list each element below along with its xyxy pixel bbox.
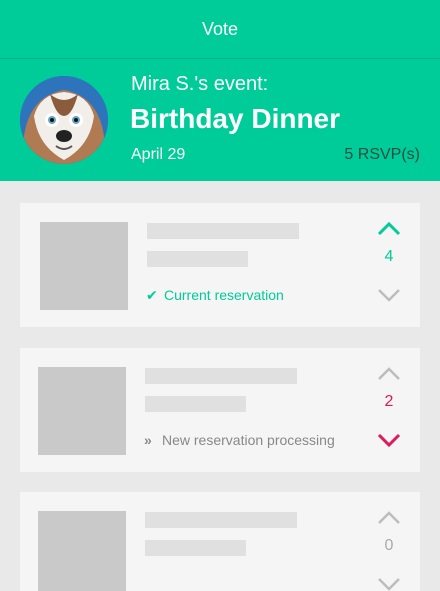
reservation-status-text: New reservation processing — [162, 432, 335, 448]
restaurant-name-placeholder — [145, 368, 297, 384]
host-avatar — [20, 76, 108, 164]
restaurant-card[interactable]: 0 — [20, 492, 420, 591]
event-title: Birthday Dinner — [130, 103, 341, 134]
event-header: Mira S.'s event: Birthday Dinner April 2… — [0, 59, 440, 181]
double-chevron-right-icon: » — [144, 432, 152, 448]
restaurant-detail-placeholder — [147, 251, 248, 267]
upvote-button[interactable] — [376, 364, 402, 384]
vote-control: 2 — [376, 358, 402, 462]
top-bar: Vote — [0, 0, 440, 59]
event-date: April 29 — [131, 146, 186, 163]
restaurant-image-placeholder — [38, 511, 126, 591]
upvote-button[interactable] — [376, 508, 402, 528]
vote-control: 4 — [376, 213, 402, 317]
restaurant-card[interactable]: ✔ Current reservation 4 — [20, 203, 420, 327]
reservation-status: » New reservation processing — [144, 432, 335, 448]
vote-count: 4 — [384, 248, 394, 265]
vote-count: 0 — [384, 537, 394, 554]
screen-title: Vote — [201, 19, 239, 39]
restaurant-name-placeholder — [145, 512, 297, 528]
restaurant-image-placeholder — [40, 222, 128, 310]
reservation-status-text: Current reservation — [164, 287, 284, 303]
check-icon: ✔ — [146, 287, 158, 303]
downvote-button[interactable] — [376, 285, 402, 305]
restaurant-detail-placeholder — [145, 540, 246, 556]
restaurant-name-placeholder — [147, 223, 299, 239]
event-host: Mira S.'s event: — [131, 73, 269, 95]
downvote-button[interactable] — [376, 574, 402, 591]
restaurant-detail-placeholder — [145, 396, 246, 412]
downvote-button[interactable] — [376, 430, 402, 450]
restaurant-image-placeholder — [38, 367, 126, 455]
reservation-status: ✔ Current reservation — [146, 287, 284, 304]
vote-control: 0 — [376, 502, 402, 591]
rsvp-count[interactable]: 5 RSVP(s) — [344, 146, 420, 164]
upvote-button[interactable] — [376, 219, 402, 239]
vote-count: 2 — [384, 393, 394, 410]
restaurant-card[interactable]: » New reservation processing 2 — [20, 348, 420, 472]
